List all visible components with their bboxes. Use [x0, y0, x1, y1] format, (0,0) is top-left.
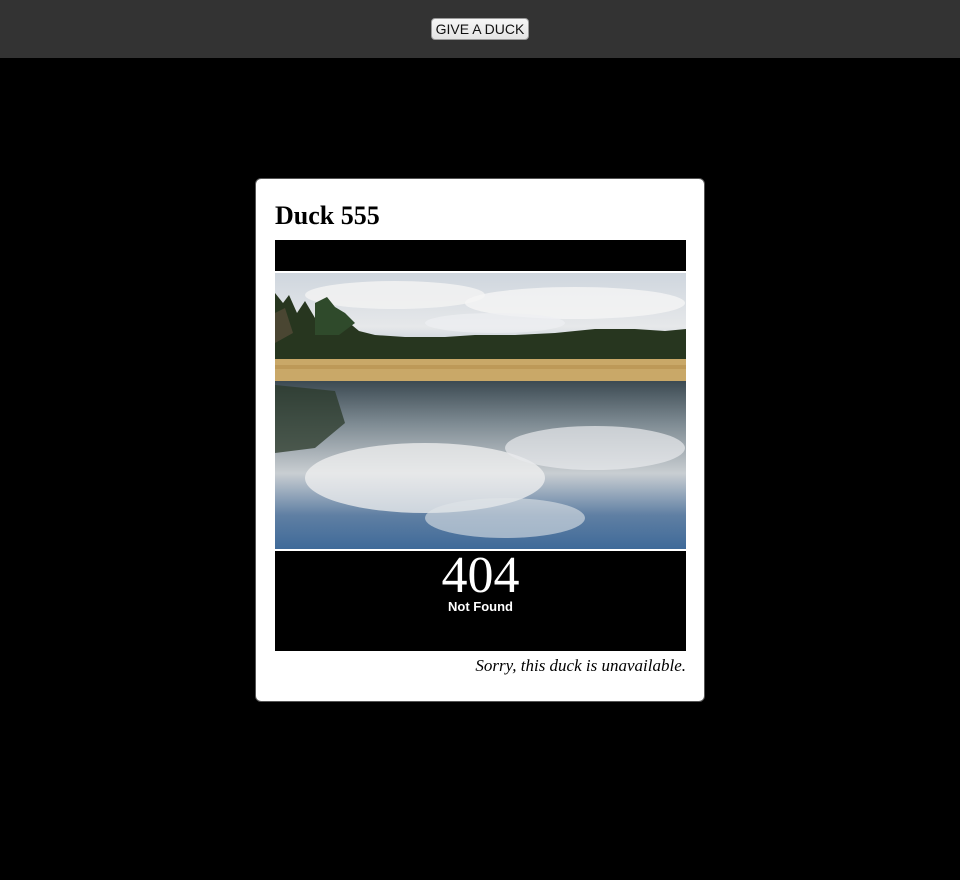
lake-photo — [275, 271, 686, 551]
top-bar: GIVE A DUCK — [0, 0, 960, 58]
unavailable-caption: Sorry, this duck is unavailable. — [475, 656, 686, 675]
duck-title: Duck 555 — [275, 201, 380, 230]
give-a-duck-button[interactable]: GIVE A DUCK — [431, 18, 529, 40]
duck-image: 404 Not Found — [275, 240, 686, 651]
duck-card: Duck 555 404 Not Found Sorry, this duck … — [255, 178, 705, 702]
error-code: 404 — [441, 547, 520, 604]
error-text: Not Found — [448, 599, 513, 614]
